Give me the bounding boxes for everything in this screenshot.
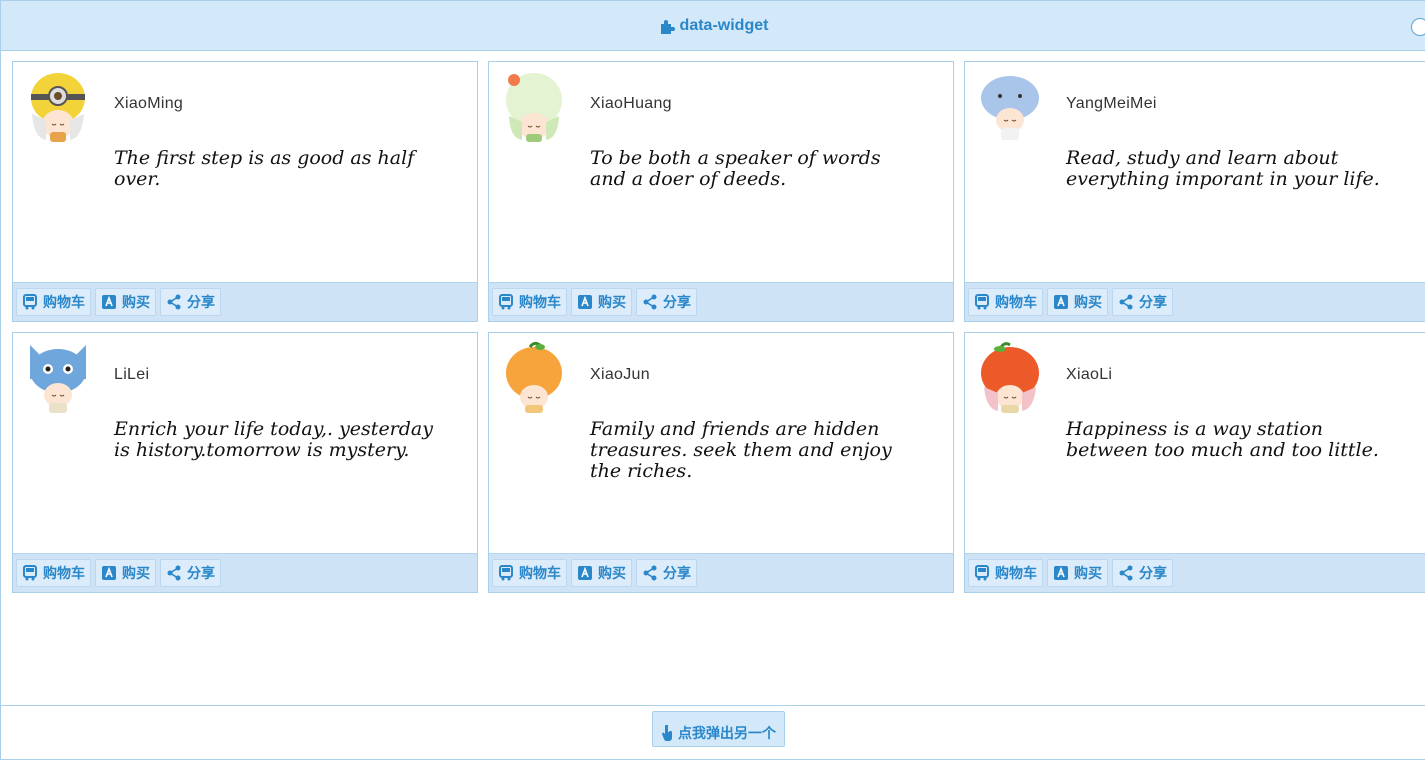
card-quote: To be both a speaker of words and a doer…: [590, 147, 881, 190]
card-quote: The first step is as good as half over.: [114, 147, 415, 190]
data-widget: data-widget XiaoMing The first step is a…: [0, 0, 1425, 760]
share-button[interactable]: 分享: [636, 288, 697, 316]
buy-button[interactable]: 购买: [95, 559, 156, 587]
share-button[interactable]: 分享: [1112, 288, 1173, 316]
a-square-icon: [577, 565, 593, 581]
expand-icon[interactable]: [1411, 18, 1425, 36]
buy-label: 购买: [122, 294, 150, 310]
share-icon: [166, 294, 182, 310]
a-square-icon: [101, 294, 117, 310]
a-square-icon: [1053, 565, 1069, 581]
card-actions: 购物车 购买 分享: [965, 282, 1425, 321]
a-square-icon: [101, 565, 117, 581]
share-icon: [642, 565, 658, 581]
card-name: XiaoJun: [590, 366, 650, 383]
widget-title-text: data-widget: [679, 16, 769, 34]
bus-icon: [498, 565, 514, 581]
buy-label: 购买: [598, 565, 626, 581]
popup-label: 点我弹出另一个: [678, 725, 776, 741]
bus-icon: [974, 565, 990, 581]
green-hat-avatar: [502, 68, 566, 144]
cart-button[interactable]: 购物车: [968, 559, 1043, 587]
bus-icon: [498, 294, 514, 310]
buy-label: 购买: [598, 294, 626, 310]
card-name: XiaoLi: [1066, 366, 1113, 383]
widget-footer: 点我弹出另一个: [1, 705, 1425, 766]
card: XiaoMing The first step is as good as ha…: [12, 61, 478, 322]
puzzle-icon: [658, 17, 676, 35]
share-button[interactable]: 分享: [160, 288, 221, 316]
card-name: YangMeiMei: [1066, 95, 1157, 112]
card-name: XiaoMing: [114, 95, 184, 112]
cart-button[interactable]: 购物车: [968, 288, 1043, 316]
share-label: 分享: [187, 294, 215, 310]
widget-header: data-widget: [1, 1, 1425, 51]
card-quote: Enrich your life today,. yesterday is hi…: [114, 418, 433, 461]
share-button[interactable]: 分享: [160, 559, 221, 587]
card-actions: 购物车 购买 分享: [13, 282, 477, 321]
card-actions: 购物车 购买 分享: [965, 553, 1425, 592]
card-name: XiaoHuang: [590, 95, 672, 112]
buy-button[interactable]: 购买: [571, 559, 632, 587]
blue-cat-hat-avatar: [26, 339, 90, 415]
share-button[interactable]: 分享: [636, 559, 697, 587]
buy-label: 购买: [122, 565, 150, 581]
card-quote: Family and friends are hidden treasures.…: [590, 418, 892, 482]
card-quote: Read, study and learn about everything i…: [1066, 147, 1380, 190]
buy-button[interactable]: 购买: [1047, 559, 1108, 587]
a-square-icon: [577, 294, 593, 310]
card-actions: 购物车 购买 分享: [489, 282, 953, 321]
card: XiaoHuang To be both a speaker of words …: [488, 61, 954, 322]
orange-hat-avatar: [502, 339, 566, 415]
bus-icon: [974, 294, 990, 310]
apple-hat-avatar: [978, 339, 1042, 415]
cart-label: 购物车: [519, 294, 561, 310]
cart-label: 购物车: [519, 565, 561, 581]
share-label: 分享: [1139, 565, 1167, 581]
share-icon: [642, 294, 658, 310]
buy-button[interactable]: 购买: [571, 288, 632, 316]
cart-button[interactable]: 购物车: [16, 288, 91, 316]
bus-icon: [22, 565, 38, 581]
buy-button[interactable]: 购买: [1047, 288, 1108, 316]
popup-button[interactable]: 点我弹出另一个: [652, 711, 785, 747]
card: XiaoJun Family and friends are hidden tr…: [488, 332, 954, 593]
cart-button[interactable]: 购物车: [492, 559, 567, 587]
cart-label: 购物车: [43, 294, 85, 310]
card-name: LiLei: [114, 366, 150, 383]
card-actions: 购物车 购买 分享: [13, 553, 477, 592]
minion-hat-avatar: [26, 68, 90, 144]
buy-label: 购买: [1074, 294, 1102, 310]
card-actions: 购物车 购买 分享: [489, 553, 953, 592]
buy-label: 购买: [1074, 565, 1102, 581]
card: XiaoLi Happiness is a way station betwee…: [964, 332, 1425, 593]
card-quote: Happiness is a way station between too m…: [1066, 418, 1379, 461]
cart-button[interactable]: 购物车: [492, 288, 567, 316]
share-icon: [1118, 565, 1134, 581]
cart-label: 购物车: [995, 294, 1037, 310]
share-label: 分享: [663, 294, 691, 310]
share-label: 分享: [1139, 294, 1167, 310]
widget-title: data-widget: [658, 16, 769, 35]
card: YangMeiMei Read, study and learn about e…: [964, 61, 1425, 322]
bus-icon: [22, 294, 38, 310]
share-label: 分享: [187, 565, 215, 581]
share-label: 分享: [663, 565, 691, 581]
cart-button[interactable]: 购物车: [16, 559, 91, 587]
share-button[interactable]: 分享: [1112, 559, 1173, 587]
cart-label: 购物车: [43, 565, 85, 581]
card: LiLei Enrich your life today,. yesterday…: [12, 332, 478, 593]
dolphin-hat-avatar: [978, 68, 1042, 144]
cart-label: 购物车: [995, 565, 1037, 581]
share-icon: [1118, 294, 1134, 310]
a-square-icon: [1053, 294, 1069, 310]
share-icon: [166, 565, 182, 581]
buy-button[interactable]: 购买: [95, 288, 156, 316]
